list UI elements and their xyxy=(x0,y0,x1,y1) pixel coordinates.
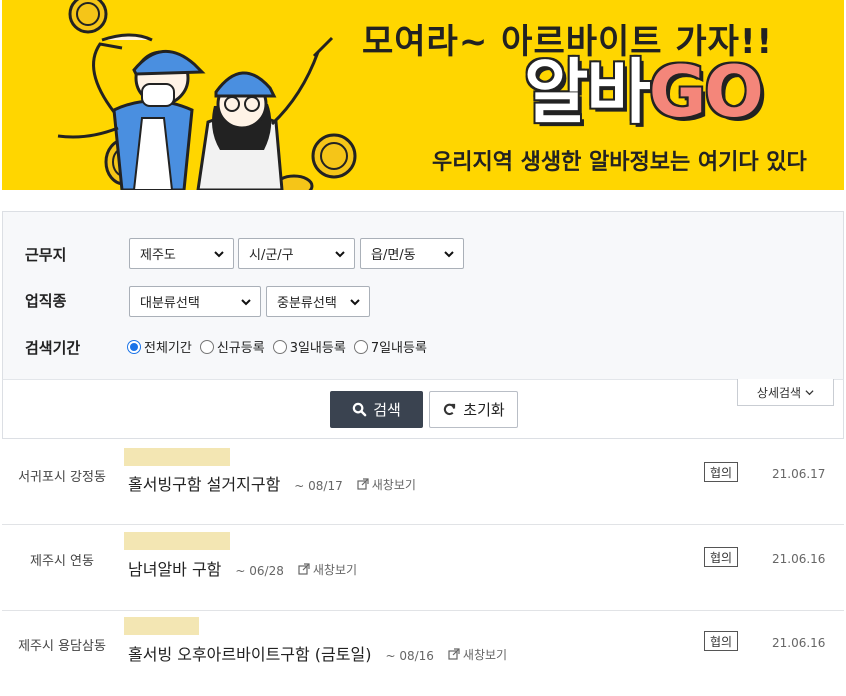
listing-location: 서귀포시 강정동 xyxy=(18,470,106,485)
period-radio-label: 신규등록 xyxy=(216,341,265,356)
city-select[interactable]: 시/군/구 xyxy=(238,238,355,269)
chevron-down-icon xyxy=(350,299,360,306)
pay-badge: 협의 xyxy=(704,462,738,482)
period-radio-label: 3일내등록 xyxy=(289,341,346,356)
open-new-window-label: 새창보기 xyxy=(462,647,508,662)
period-radio-7days[interactable]: 7일내등록 xyxy=(353,337,427,356)
period-radio-group: 전체기간 신규등록 3일내등록 7일내등록 xyxy=(127,337,435,356)
listing-title[interactable]: 홀서빙구함 설거지구함 xyxy=(128,471,280,495)
radio-selected-icon[interactable] xyxy=(127,339,141,354)
listing-date: 21.06.16 xyxy=(772,552,826,566)
external-link-icon xyxy=(448,648,460,660)
listing-highlight-bar xyxy=(124,617,199,635)
town-select-value: 읍/면/동 xyxy=(371,248,416,263)
reset-button-label: 초기화 xyxy=(463,401,505,419)
city-select-value: 시/군/구 xyxy=(249,248,294,263)
search-icon xyxy=(352,402,367,417)
period-radio-3days[interactable]: 3일내등록 xyxy=(272,337,346,356)
industry-minor-select[interactable]: 중분류선택 xyxy=(266,286,370,317)
listing-title[interactable]: 남녀알바 구함 xyxy=(128,556,221,580)
brand-logo: 알바GO xyxy=(524,51,764,133)
listing-deadline: ~ 08/17 xyxy=(294,479,343,493)
period-radio-label: 7일내등록 xyxy=(370,341,427,356)
banner-subline: 우리지역 생생한 알바정보는 여기다 있다 xyxy=(432,150,807,175)
listing-location: 제주시 용담삼동 xyxy=(18,639,106,654)
listing-highlight-bar xyxy=(124,448,230,466)
industry-major-select-value: 대분류선택 xyxy=(140,296,200,311)
open-new-window-link[interactable]: 새창보기 xyxy=(448,646,507,663)
radio-icon[interactable] xyxy=(353,339,368,354)
listing-location: 제주시 연동 xyxy=(30,554,94,569)
province-select[interactable]: 제주도 xyxy=(129,238,234,269)
open-new-window-label: 새창보기 xyxy=(312,562,358,577)
brand-logo-korean: 알바 xyxy=(524,51,651,133)
search-button[interactable]: 검색 xyxy=(330,391,423,428)
industry-label: 업직종 xyxy=(25,292,67,310)
period-radio-new[interactable]: 신규등록 xyxy=(199,337,265,356)
listing-title[interactable]: 홀서빙 오후아르바이트구함 (금토일) xyxy=(128,641,371,665)
listing-date: 21.06.17 xyxy=(772,467,826,481)
pay-badge: 협의 xyxy=(704,631,738,651)
open-new-window-label: 새창보기 xyxy=(371,477,416,492)
listing-deadline: ~ 06/28 xyxy=(235,564,284,578)
coin-icon xyxy=(311,133,357,179)
open-new-window-link[interactable]: 새창보기 xyxy=(298,561,357,578)
list-item[interactable]: 제주시 용담삼동 홀서빙 오후아르바이트구함 (금토일) ~ 08/16 새창보… xyxy=(2,611,844,696)
brand-logo-go: GO xyxy=(648,51,764,133)
listing-highlight-bar xyxy=(124,532,230,550)
promo-banner[interactable]: 모여라~ 아르바이트 가자!! 알바GO 우리지역 생생한 알바정보는 여기다 … xyxy=(2,0,844,190)
period-label: 검색기간 xyxy=(25,339,81,357)
external-link-icon xyxy=(357,478,369,490)
period-radio-label: 전체기간 xyxy=(144,341,192,356)
pay-badge: 협의 xyxy=(704,547,738,567)
coin-icon xyxy=(68,0,108,34)
radio-icon[interactable] xyxy=(272,339,287,354)
chevron-down-icon xyxy=(444,251,454,258)
list-item[interactable]: 제주시 연동 남녀알바 구함 ~ 06/28 새창보기 협의 21.06.16 xyxy=(2,526,844,611)
province-select-value: 제주도 xyxy=(140,248,176,263)
period-radio-all[interactable]: 전체기간 xyxy=(127,337,192,356)
chef-character xyxy=(196,36,334,190)
chevron-down-icon xyxy=(805,389,814,395)
town-select[interactable]: 읍/면/동 xyxy=(360,238,464,269)
detail-search-label: 상세검색 xyxy=(756,385,802,400)
listing-deadline: ~ 08/16 xyxy=(385,649,434,663)
chevron-down-icon xyxy=(335,251,345,258)
radio-icon[interactable] xyxy=(199,339,214,354)
location-label: 근무지 xyxy=(25,246,67,264)
list-item[interactable]: 서귀포시 강정동 홀서빙구함 설거지구함 ~ 08/17 새창보기 협의 21.… xyxy=(2,440,844,525)
search-button-label: 검색 xyxy=(373,401,401,419)
search-actions-bar: 검색 초기화 상세검색 xyxy=(2,379,844,439)
chevron-down-icon xyxy=(241,299,251,306)
detail-search-toggle[interactable]: 상세검색 xyxy=(737,379,834,406)
listing-date: 21.06.16 xyxy=(772,636,826,650)
industry-minor-select-value: 중분류선택 xyxy=(277,296,337,311)
refresh-icon xyxy=(444,403,456,416)
open-new-window-link[interactable]: 새창보기 xyxy=(357,476,416,493)
chevron-down-icon xyxy=(214,251,224,258)
worker-character xyxy=(57,33,206,190)
external-link-icon xyxy=(298,563,310,575)
reset-button[interactable]: 초기화 xyxy=(429,391,518,428)
industry-major-select[interactable]: 대분류선택 xyxy=(129,286,261,317)
